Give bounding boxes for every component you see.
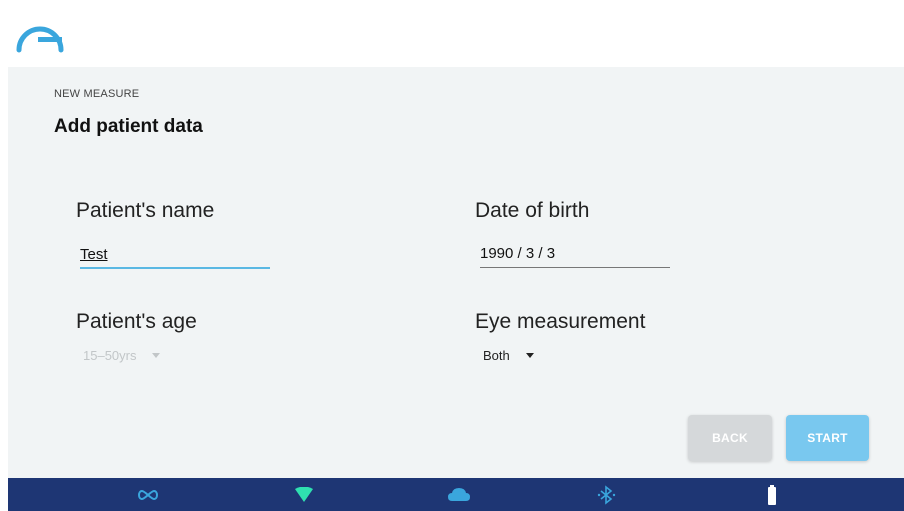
bluetooth-icon xyxy=(594,485,620,505)
main-panel: NEW MEASURE Add patient data Patient's n… xyxy=(8,67,904,478)
patient-name-label: Patient's name xyxy=(76,199,215,222)
date-of-birth-label: Date of birth xyxy=(475,199,590,222)
infinity-link-icon xyxy=(135,485,161,505)
cloud-icon xyxy=(446,485,472,505)
chevron-down-icon xyxy=(525,352,534,358)
status-bar xyxy=(8,478,904,511)
back-button[interactable]: BACK xyxy=(688,415,772,461)
patient-age-label: Patient's age xyxy=(76,310,197,333)
eye-measurement-label: Eye measurement xyxy=(475,310,646,333)
eye-measurement-select[interactable]: Both xyxy=(483,345,534,365)
eye-measurement-selected: Both xyxy=(483,347,510,363)
patient-name-underline xyxy=(80,267,270,269)
arc-logo-icon xyxy=(16,26,64,53)
page-eyebrow: NEW MEASURE xyxy=(54,88,140,100)
page-title: Add patient data xyxy=(54,116,203,137)
date-of-birth-input[interactable]: 1990 / 3 / 3 xyxy=(480,238,670,268)
patient-age-selected: 15–50yrs xyxy=(83,347,137,363)
patient-name-value: Test xyxy=(80,246,108,263)
battery-icon xyxy=(759,485,785,505)
chevron-down-icon xyxy=(152,352,161,358)
date-of-birth-underline xyxy=(480,267,670,268)
patient-name-input[interactable]: Test xyxy=(80,239,270,269)
patient-age-select[interactable]: 15–50yrs xyxy=(83,345,161,365)
top-bar xyxy=(0,0,904,67)
date-of-birth-value: 1990 / 3 / 3 xyxy=(480,245,556,262)
wifi-icon xyxy=(291,485,317,505)
start-button[interactable]: START xyxy=(786,415,869,461)
